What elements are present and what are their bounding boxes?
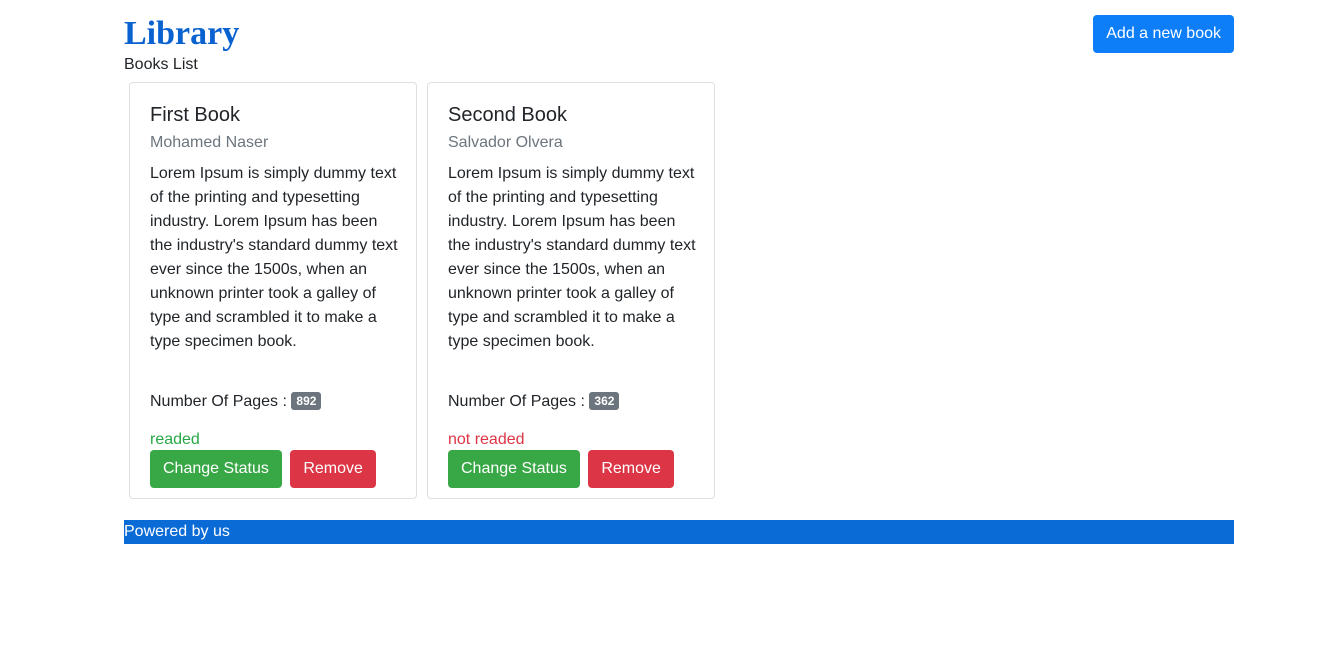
pages-row: Number Of Pages : 362 [448, 390, 698, 414]
site-header: Library Books List Add a new book [124, 0, 1234, 82]
pages-label: Number Of Pages : [150, 393, 287, 410]
page-container: Library Books List Add a new book First … [124, 0, 1234, 544]
books-list: First Book Mohamed Naser Lorem Ipsum is … [124, 82, 1234, 499]
book-author: Mohamed Naser [150, 134, 269, 151]
read-status: not readed [448, 431, 525, 448]
change-status-button[interactable]: Change Status [150, 450, 282, 488]
add-book-button[interactable]: Add a new book [1093, 15, 1234, 53]
books-list-heading: Books List [124, 56, 198, 73]
book-title: First Book [150, 104, 241, 126]
book-card: Second Book Salvador Olvera Lorem Ipsum … [427, 82, 715, 499]
pages-badge: 892 [291, 392, 322, 410]
change-status-button[interactable]: Change Status [448, 450, 580, 488]
read-status: readed [150, 431, 200, 448]
pages-row: Number Of Pages : 892 [150, 390, 400, 414]
card-actions: Change Status Remove [150, 450, 400, 488]
card-actions: Change Status Remove [448, 450, 698, 488]
book-title: Second Book [448, 104, 567, 126]
book-card: First Book Mohamed Naser Lorem Ipsum is … [129, 82, 417, 499]
book-description: Lorem Ipsum is simply dummy text of the … [150, 165, 398, 350]
site-title: Library [124, 15, 240, 52]
remove-button[interactable]: Remove [290, 450, 376, 488]
pages-badge: 362 [589, 392, 620, 410]
remove-button[interactable]: Remove [588, 450, 674, 488]
pages-label: Number Of Pages : [448, 393, 585, 410]
book-author: Salvador Olvera [448, 134, 563, 151]
site-footer: Powered by us [124, 520, 1234, 544]
book-description: Lorem Ipsum is simply dummy text of the … [448, 165, 696, 350]
